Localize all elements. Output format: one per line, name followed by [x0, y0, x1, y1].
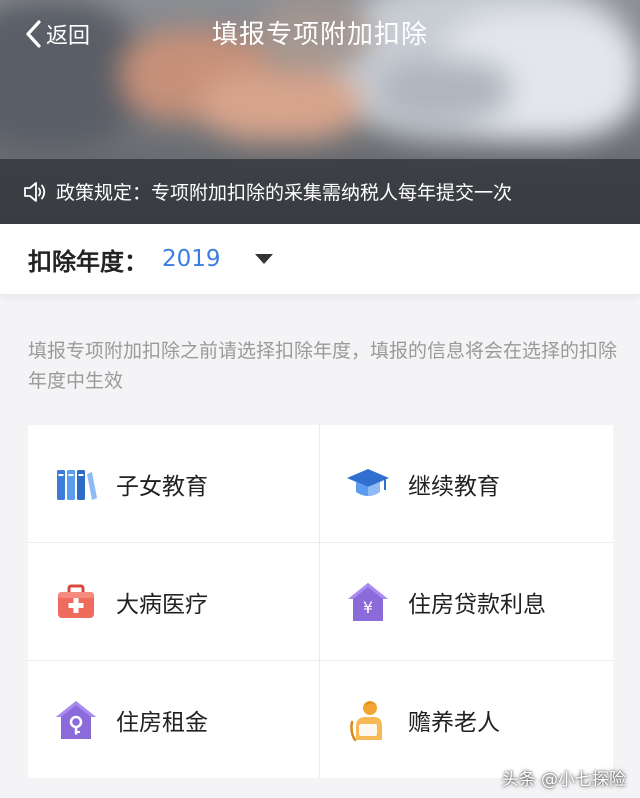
graduation-cap-icon	[347, 468, 389, 496]
category-serious-illness[interactable]: 大病医疗	[28, 543, 320, 661]
category-elderly-support[interactable]: 赡养老人	[320, 661, 613, 778]
deduction-year-selector[interactable]: 扣除年度： 2019	[0, 224, 640, 294]
caret-down-icon[interactable]	[254, 254, 273, 264]
books-icon	[57, 469, 97, 500]
category-children-education[interactable]: 子女教育	[28, 425, 320, 543]
category-label: 大病医疗	[116, 591, 208, 618]
category-continuing-education[interactable]: 继续教育	[320, 425, 613, 543]
category-label: 继续教育	[408, 473, 500, 500]
category-label: 赡养老人	[408, 709, 500, 736]
category-housing-rent[interactable]: 住房租金	[28, 661, 320, 778]
policy-notice-text: 政策规定：专项附加扣除的采集需纳税人每年提交一次	[56, 182, 513, 204]
house-key-icon	[56, 700, 96, 739]
category-label: 住房贷款利息	[408, 591, 546, 618]
policy-notice-bar: 政策规定：专项附加扣除的采集需纳税人每年提交一次	[0, 159, 640, 224]
page-title: 填报专项附加扣除	[211, 20, 428, 50]
speaker-icon	[24, 181, 46, 202]
deduction-year-label: 扣除年度：	[28, 247, 148, 276]
instruction-text: 填报专项附加扣除之前请选择扣除年度，填报的信息将会在选择的扣除年度中生效	[28, 340, 618, 392]
elder-icon	[350, 700, 382, 741]
category-label: 子女教育	[116, 473, 208, 500]
category-mortgage-interest[interactable]: ¥ 住房贷款利息	[320, 543, 613, 661]
navigation-bar: 返回 填报专项附加扣除	[0, 0, 640, 66]
source-watermark: 头条 @小七探险	[501, 770, 626, 790]
deduction-year-value[interactable]: 2019	[162, 246, 221, 272]
deduction-category-grid: 子女教育 继续教育 大病医疗 ¥ 住房贷款利息 住房租金 赡养老人	[28, 425, 613, 778]
category-label: 住房租金	[116, 709, 208, 736]
medical-kit-icon	[58, 584, 94, 618]
svg-text:¥: ¥	[363, 598, 373, 617]
header-banner: 返回 填报专项附加扣除 政策规定：专项附加扣除的采集需纳税人每年提交一次	[0, 0, 640, 224]
house-yen-icon: ¥	[348, 582, 388, 621]
